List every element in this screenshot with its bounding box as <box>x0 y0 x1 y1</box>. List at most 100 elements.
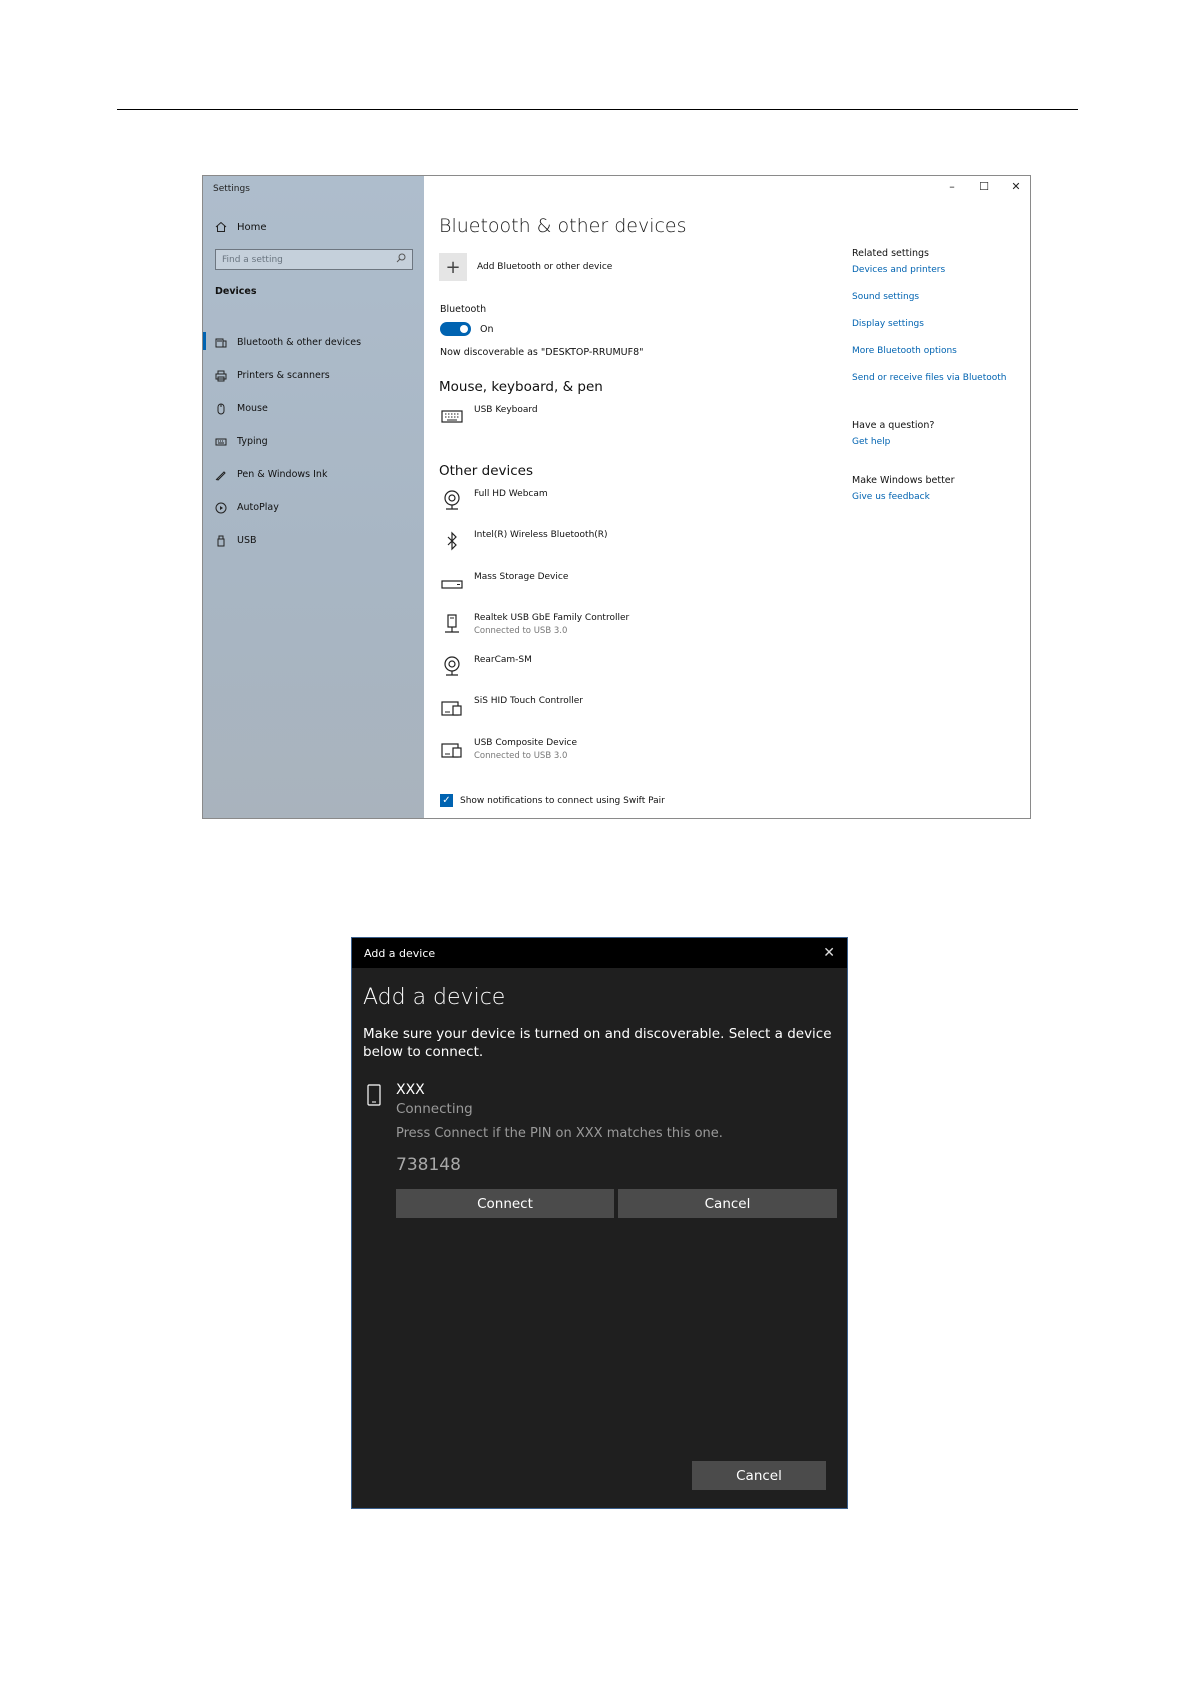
home-icon <box>215 221 227 233</box>
device-item[interactable]: Intel(R) Wireless Bluetooth(R) <box>440 529 608 553</box>
device-name: Intel(R) Wireless Bluetooth(R) <box>474 530 608 540</box>
device-item[interactable]: Realtek USB GbE Family Controller Connec… <box>440 612 629 637</box>
device-item[interactable]: Mass Storage Device <box>440 571 568 595</box>
sidebar-item-printers[interactable]: Printers & scanners <box>203 359 424 392</box>
device-name: SiS HID Touch Controller <box>474 696 583 706</box>
printer-icon <box>215 370 227 382</box>
dialog-description: Make sure your device is turned on and d… <box>363 1026 832 1060</box>
pen-icon <box>215 469 227 481</box>
autoplay-icon <box>215 502 227 514</box>
bluetooth-icon <box>440 529 464 553</box>
device-item[interactable]: SiS HID Touch Controller <box>440 695 583 719</box>
pairing-device-name[interactable]: XXX <box>396 1082 425 1098</box>
add-device-label: Add Bluetooth or other device <box>477 262 613 272</box>
pairing-device-status: Connecting <box>396 1101 473 1117</box>
sidebar-item-label: Pen & Windows Ink <box>237 469 328 480</box>
webcam-icon <box>440 654 464 678</box>
device-item[interactable]: USB Keyboard <box>440 404 538 428</box>
generic-device-icon <box>440 695 464 719</box>
link-devices-printers[interactable]: Devices and printers <box>852 265 1030 292</box>
page-top-rule <box>117 109 1078 110</box>
settings-sidebar: Settings Home Find a setting Devices Blu… <box>203 176 424 818</box>
sidebar-item-mouse[interactable]: Mouse <box>203 392 424 425</box>
device-status: Connected to USB 3.0 <box>474 626 568 636</box>
swift-pair-checkbox-row[interactable]: ✓ Show notifications to connect using Sw… <box>440 794 665 807</box>
keyboard-icon <box>440 404 464 428</box>
sidebar-item-label: Typing <box>237 436 268 447</box>
settings-window: Settings Home Find a setting Devices Blu… <box>202 175 1031 819</box>
device-name: RearCam-SM <box>474 655 532 665</box>
sidebar-section-devices: Devices <box>215 286 257 297</box>
maximize-button[interactable]: ☐ <box>978 180 990 193</box>
phone-icon <box>366 1084 382 1106</box>
cancel-pairing-button[interactable]: Cancel <box>618 1189 837 1218</box>
sidebar-item-bluetooth[interactable]: Bluetooth & other devices <box>203 326 424 359</box>
sidebar-item-label: USB <box>237 535 257 546</box>
sidebar-item-usb[interactable]: USB <box>203 524 424 557</box>
sidebar-list: Bluetooth & other devices Printers & sca… <box>203 326 424 557</box>
swift-pair-label: Show notifications to connect using Swif… <box>460 795 665 806</box>
other-devices-heading: Other devices <box>439 463 533 479</box>
bluetooth-toggle-row: On <box>440 322 494 336</box>
close-button[interactable]: ✕ <box>1010 180 1022 193</box>
network-adapter-icon <box>440 612 464 636</box>
sidebar-item-typing[interactable]: Typing <box>203 425 424 458</box>
link-sound-settings[interactable]: Sound settings <box>852 292 1030 319</box>
device-name: Mass Storage Device <box>474 572 569 582</box>
cancel-dialog-button[interactable]: Cancel <box>692 1461 826 1490</box>
find-setting-input[interactable]: Find a setting <box>215 249 413 270</box>
device-status: Connected to USB 3.0 <box>474 751 568 761</box>
device-name: Realtek USB GbE Family Controller <box>474 613 630 623</box>
storage-icon <box>440 571 464 595</box>
sidebar-item-autoplay[interactable]: AutoPlay <box>203 491 424 524</box>
device-item[interactable]: RearCam-SM <box>440 654 532 678</box>
add-device-dialog: Add a device ✕ Add a device Make sure yo… <box>351 937 848 1509</box>
sidebar-item-label: Mouse <box>237 403 268 414</box>
dialog-close-button[interactable]: ✕ <box>823 945 835 961</box>
link-get-help[interactable]: Get help <box>852 437 1030 464</box>
connect-button[interactable]: Connect <box>396 1189 614 1218</box>
dialog-heading: Add a device <box>363 985 506 1010</box>
window-controls: – ☐ ✕ <box>946 180 1022 193</box>
link-send-receive-files[interactable]: Send or receive files via Bluetooth <box>852 373 1030 400</box>
dialog-window-title: Add a device <box>364 946 436 960</box>
device-name: USB Keyboard <box>474 405 538 415</box>
settings-main: – ☐ ✕ Bluetooth & other devices + Add Bl… <box>424 176 1030 818</box>
usb-icon <box>215 535 227 547</box>
search-placeholder: Find a setting <box>222 254 283 265</box>
mkp-heading: Mouse, keyboard, & pen <box>439 379 603 395</box>
webcam-icon <box>440 488 464 512</box>
minimize-button[interactable]: – <box>946 180 958 193</box>
related-heading: Related settings <box>852 248 929 259</box>
bluetooth-label: Bluetooth <box>440 304 487 315</box>
add-device-button[interactable]: + Add Bluetooth or other device <box>439 253 612 281</box>
plus-icon: + <box>439 253 467 281</box>
link-display-settings[interactable]: Display settings <box>852 319 1030 346</box>
question-heading: Have a question? <box>852 420 935 431</box>
sidebar-home-label: Home <box>237 221 267 233</box>
pin-code: 738148 <box>396 1155 461 1175</box>
sidebar-item-label: Bluetooth & other devices <box>237 337 362 348</box>
better-heading: Make Windows better <box>852 475 955 486</box>
checkmark-icon[interactable]: ✓ <box>440 794 453 807</box>
keyboard-icon <box>215 436 227 448</box>
generic-device-icon <box>440 737 464 761</box>
sidebar-home[interactable]: Home <box>215 221 267 233</box>
device-item[interactable]: Full HD Webcam <box>440 488 548 512</box>
link-give-feedback[interactable]: Give us feedback <box>852 492 1030 519</box>
pin-message: Press Connect if the PIN on XXX matches … <box>396 1126 723 1141</box>
mouse-icon <box>215 403 227 415</box>
related-settings: Related settings Devices and printers So… <box>852 248 1030 519</box>
discoverable-text: Now discoverable as "DESKTOP-RRUMUF8" <box>440 347 644 358</box>
bluetooth-devices-icon <box>215 337 227 349</box>
bluetooth-toggle[interactable] <box>440 322 471 336</box>
sidebar-item-pen[interactable]: Pen & Windows Ink <box>203 458 424 491</box>
page-title: Bluetooth & other devices <box>439 215 687 237</box>
bluetooth-state: On <box>480 323 494 335</box>
device-name: Full HD Webcam <box>474 489 548 499</box>
search-icon <box>396 253 406 266</box>
device-item[interactable]: USB Composite Device Connected to USB 3.… <box>440 737 577 762</box>
sidebar-item-label: AutoPlay <box>237 502 279 513</box>
device-name: USB Composite Device <box>474 738 578 748</box>
link-more-bluetooth[interactable]: More Bluetooth options <box>852 346 1030 373</box>
